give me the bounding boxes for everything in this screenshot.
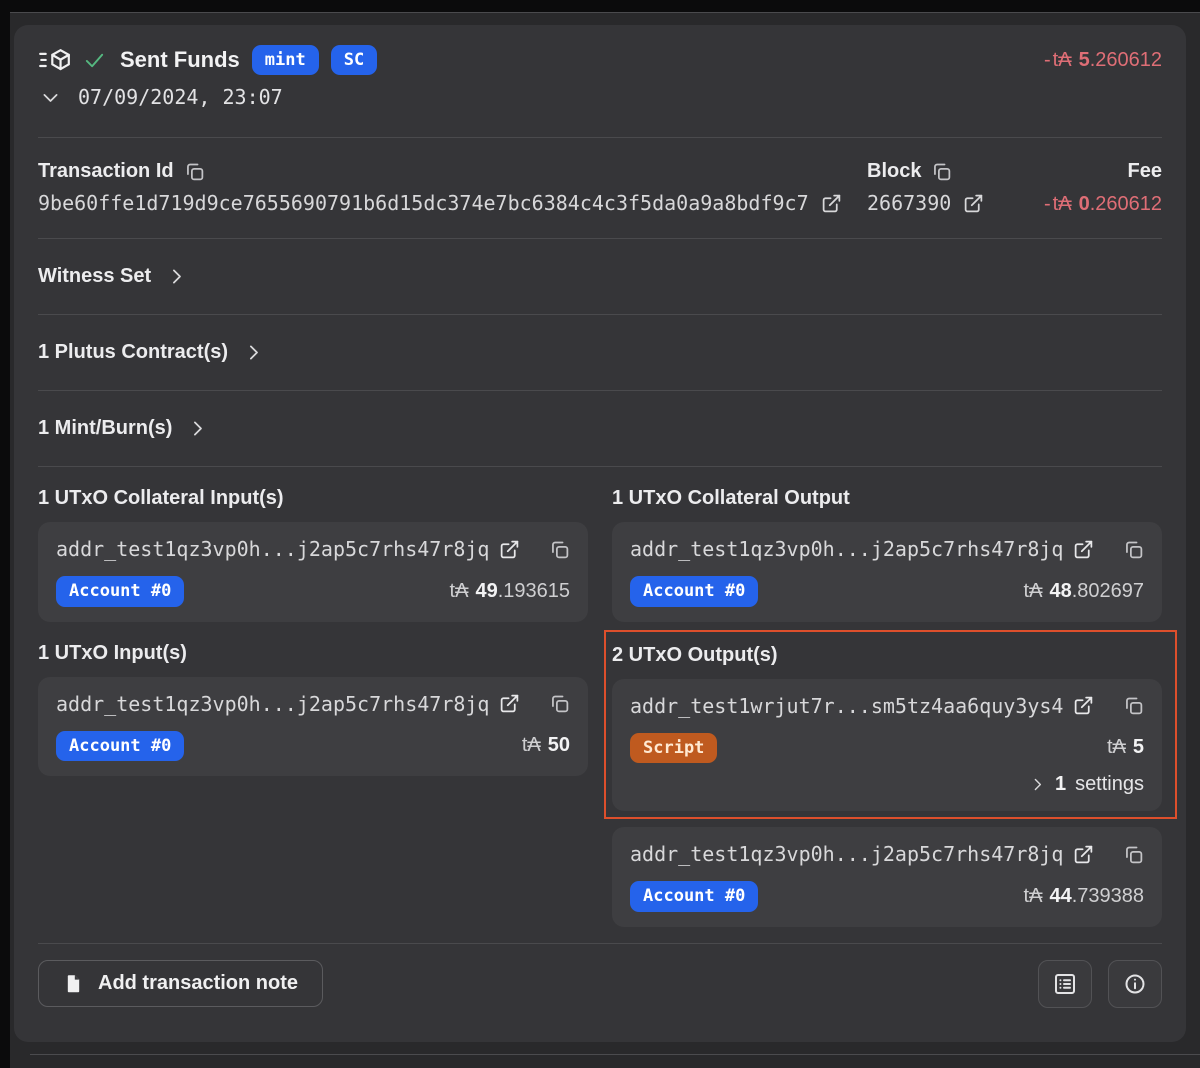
info-icon <box>1123 972 1147 996</box>
external-link-icon[interactable] <box>1073 695 1094 716</box>
footer-icon-buttons <box>1038 959 1162 1008</box>
address-text: addr_test1qz3vp0h...j2ap5c7rhs47r8jq <box>56 691 490 716</box>
transaction-title: Sent Funds <box>120 47 240 73</box>
copy-icon[interactable] <box>549 693 570 714</box>
account-badge: Account #0 <box>630 576 759 607</box>
info-button[interactable] <box>1108 959 1162 1008</box>
details-list-button[interactable] <box>1038 959 1092 1008</box>
transaction-header: Sent Funds mint SC - t₳ 5.260612 <box>38 25 1162 76</box>
utxo-amount: t₳ 50 <box>521 734 570 757</box>
external-link-icon[interactable] <box>1073 844 1094 865</box>
settings-label: settings <box>1075 773 1144 796</box>
copy-icon[interactable] <box>184 161 205 182</box>
fee-group: Fee - t₳ 0.260612 <box>997 160 1162 216</box>
copy-icon[interactable] <box>1123 844 1144 865</box>
footer-bar: Add transaction note <box>38 944 1162 1008</box>
add-transaction-note-label: Add transaction note <box>98 972 299 995</box>
utxo-amount: t₳ 49.193615 <box>449 580 570 603</box>
inputs-heading: 1 UTxO Input(s) <box>38 641 187 664</box>
plutus-contracts-section[interactable]: 1 Plutus Contract(s) <box>38 315 1162 390</box>
block-label: Block <box>867 160 922 183</box>
utxo-amount: t₳ 5 <box>1106 736 1144 759</box>
external-link-icon[interactable] <box>499 693 520 714</box>
transaction-datetime: 07/09/2024, 23:07 <box>78 85 283 110</box>
block-group: Block 2667390 <box>867 160 997 216</box>
witness-set-label: Witness Set <box>38 265 152 288</box>
account-badge: Account #0 <box>630 881 759 912</box>
copy-icon[interactable] <box>549 539 570 560</box>
mint-badge: mint <box>251 45 319 76</box>
add-transaction-note-button[interactable]: Add transaction note <box>38 960 324 1008</box>
sc-badge: SC <box>330 45 378 76</box>
transaction-id-value: 9be60ffe1d719d9ce7655690791b6d15dc374e7b… <box>38 191 809 216</box>
chevron-right-icon <box>187 418 208 439</box>
copy-icon[interactable] <box>931 161 952 182</box>
utxo-left-column: 1 UTxO Collateral Input(s) addr_test1qz3… <box>38 487 588 777</box>
address-text: addr_test1qz3vp0h...j2ap5c7rhs47r8jq <box>630 842 1064 867</box>
change-output-card: addr_test1qz3vp0h...j2ap5c7rhs47r8jq Acc… <box>612 827 1162 927</box>
outputs-heading: 2 UTxO Output(s) <box>612 643 778 666</box>
settings-toggle[interactable]: 1 settings <box>630 773 1144 796</box>
fee-label: Fee <box>1127 160 1162 183</box>
external-link-icon[interactable] <box>821 193 842 214</box>
copy-icon[interactable] <box>1123 695 1144 716</box>
utxo-right-column: 1 UTxO Collateral Output addr_test1qz3vp… <box>604 487 1177 927</box>
external-link-icon[interactable] <box>499 539 520 560</box>
input-card: addr_test1qz3vp0h...j2ap5c7rhs47r8jq Acc… <box>38 676 588 777</box>
script-badge: Script <box>630 732 718 764</box>
list-details-icon <box>1053 972 1077 996</box>
transaction-id-label: Transaction Id <box>38 160 174 183</box>
note-icon <box>63 973 84 994</box>
utxo-amount: t₳ 48.802697 <box>1023 580 1144 603</box>
collateral-input-card: addr_test1qz3vp0h...j2ap5c7rhs47r8jq Acc… <box>38 522 588 622</box>
mint-burn-label: 1 Mint/Burn(s) <box>38 417 173 440</box>
total-amount: - t₳ 5.260612 <box>1044 48 1162 71</box>
mint-burn-section[interactable]: 1 Mint/Burn(s) <box>38 391 1162 466</box>
address-text: addr_test1qz3vp0h...j2ap5c7rhs47r8jq <box>56 537 490 562</box>
address-text: addr_test1wrjut7r...sm5tz4aa6quy3ys4 <box>630 693 1064 718</box>
block-value: 2667390 <box>867 191 952 216</box>
external-link-icon[interactable] <box>1073 539 1094 560</box>
plutus-contracts-label: 1 Plutus Contract(s) <box>38 341 229 364</box>
external-link-icon[interactable] <box>963 193 984 214</box>
chevron-right-icon <box>1029 776 1046 793</box>
transaction-meta-row: Transaction Id 9be60ffe1d719d9ce76556907… <box>38 138 1162 216</box>
collapse-chevron-down-icon[interactable] <box>40 87 61 108</box>
fee-amount: - t₳ 0.260612 <box>1044 193 1162 216</box>
collateral-output-card: addr_test1qz3vp0h...j2ap5c7rhs47r8jq Acc… <box>612 522 1162 622</box>
chevron-right-icon <box>243 342 264 363</box>
utxo-grid: 1 UTxO Collateral Input(s) addr_test1qz3… <box>38 487 1177 927</box>
address-text: addr_test1qz3vp0h...j2ap5c7rhs47r8jq <box>630 537 1064 562</box>
outputs-highlight-box: 2 UTxO Output(s) addr_test1wrjut7r...sm5… <box>604 629 1177 820</box>
utxo-amount: t₳ 44.739388 <box>1023 884 1144 907</box>
settings-count: 1 <box>1054 773 1067 796</box>
copy-icon[interactable] <box>1123 539 1144 560</box>
transaction-list-background: Sent Funds mint SC - t₳ 5.260612 07/09/202… <box>10 12 1200 1068</box>
transaction-date-row: 07/09/2024, 23:07 <box>38 85 1162 109</box>
success-check-icon <box>83 49 106 72</box>
transaction-id-group: Transaction Id 9be60ffe1d719d9ce76556907… <box>38 160 867 216</box>
collateral-inputs-heading: 1 UTxO Collateral Input(s) <box>38 487 284 510</box>
tx-cube-icon <box>38 47 71 74</box>
collateral-output-heading: 1 UTxO Collateral Output <box>612 487 850 510</box>
transaction-detail-panel: Sent Funds mint SC - t₳ 5.260612 07/09/202… <box>14 25 1186 1042</box>
witness-set-section[interactable]: Witness Set <box>38 239 1162 314</box>
script-output-card: addr_test1wrjut7r...sm5tz4aa6quy3ys4 Scr… <box>612 678 1162 812</box>
divider <box>38 466 1162 468</box>
screen: Sent Funds mint SC - t₳ 5.260612 07/09/202… <box>0 0 1200 1068</box>
next-item-divider <box>30 1054 1200 1055</box>
account-badge: Account #0 <box>56 730 185 762</box>
chevron-right-icon <box>166 266 187 287</box>
account-badge: Account #0 <box>56 576 185 607</box>
